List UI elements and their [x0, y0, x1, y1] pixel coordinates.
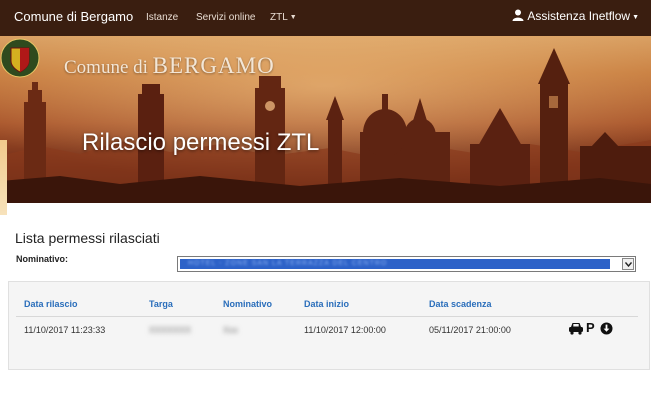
selected-option-text: HOTEL - ZONE SAN LA TERRAZZA DEL CENTRO: [188, 260, 388, 267]
caret-down-icon: ▼: [632, 14, 639, 21]
column-header-data-scadenza[interactable]: Data scadenza: [429, 299, 492, 309]
download-circle-icon[interactable]: [600, 322, 613, 335]
column-header-data-rilascio[interactable]: Data rilascio: [24, 299, 78, 309]
nav-link-istanze[interactable]: Istanze: [146, 12, 178, 23]
nominativo-select[interactable]: HOTEL - ZONE SAN LA TERRAZZA DEL CENTRO: [177, 256, 636, 272]
nav-dropdown-ztl-label: ZTL: [270, 12, 288, 23]
parking-icon[interactable]: P: [586, 320, 595, 335]
column-header-nominativo[interactable]: Nominativo: [223, 299, 272, 309]
caret-down-icon: ▼: [289, 14, 297, 21]
user-menu[interactable]: Assistenza Inetflow ▼: [512, 9, 639, 23]
cell-data-inizio: 11/10/2017 12:00:00: [304, 325, 386, 335]
cell-targa: XXXXXXX: [149, 325, 192, 335]
column-header-targa[interactable]: Targa: [149, 299, 173, 309]
page-heading: Rilascio permessi ZTL: [82, 129, 320, 156]
bergamo-crest-logo: [0, 38, 40, 78]
dropdown-arrow-button[interactable]: [622, 258, 634, 270]
user-name: Assistenza Inetflow: [527, 9, 631, 23]
top-navbar: Comune di Bergamo Istanze Servizi online…: [0, 0, 651, 36]
nav-dropdown-ztl[interactable]: ZTL ▼: [270, 12, 297, 23]
section-title: Lista permessi rilasciati: [15, 230, 160, 246]
chevron-down-icon: [625, 262, 632, 267]
nav-link-servizi-online[interactable]: Servizi online: [196, 12, 255, 23]
cell-nominativo: Xxx: [223, 325, 239, 335]
brand-prefix: Comune di: [64, 57, 148, 78]
table-header-divider: [16, 316, 638, 317]
header-banner: Comune di BERGAMO Rilascio permessi ZTL: [0, 36, 651, 203]
selected-option: HOTEL - ZONE SAN LA TERRAZZA DEL CENTRO: [180, 259, 610, 269]
nav-brand[interactable]: Comune di Bergamo: [14, 9, 133, 24]
brand-name: BERGAMO: [152, 53, 275, 78]
cell-data-rilascio: 11/10/2017 11:23:33: [24, 325, 106, 335]
brand-title: Comune di BERGAMO: [64, 53, 275, 79]
cell-data-scadenza: 05/11/2017 21:00:00: [429, 325, 511, 335]
user-icon: [512, 9, 524, 21]
car-icon[interactable]: [568, 321, 584, 335]
decorative-strip: [0, 140, 7, 215]
nominativo-label: Nominativo:: [16, 254, 69, 264]
column-header-data-inizio[interactable]: Data inizio: [304, 299, 349, 309]
